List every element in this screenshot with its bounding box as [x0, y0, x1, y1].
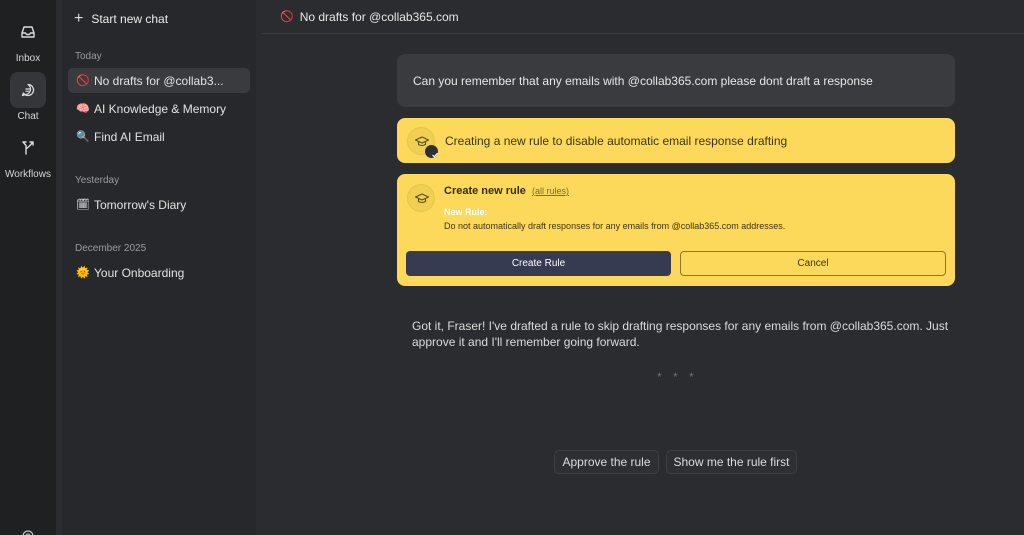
- chat-main: 🚫 No drafts for @collab365.com Can you r…: [262, 0, 1024, 535]
- all-rules-link[interactable]: (all rules): [532, 186, 569, 196]
- create-rule-card: Create new rule (all rules) New Rule: Do…: [397, 174, 955, 286]
- chat-item-ai-knowledge[interactable]: 🧠 AI Knowledge & Memory: [68, 96, 250, 121]
- cancel-button[interactable]: Cancel: [680, 251, 946, 276]
- chat-item-label: Tomorrow's Diary: [94, 197, 187, 212]
- chat-header: 🚫 No drafts for @collab365.com: [262, 0, 1024, 34]
- inbox-icon: [10, 14, 46, 50]
- section-label-today: Today: [75, 51, 102, 62]
- rule-status-card: Creating a new rule to disable automatic…: [397, 118, 955, 163]
- chat-sidebar: + Start new chat Today 🚫 No drafts for @…: [62, 0, 256, 535]
- graduation-cap-icon: [407, 184, 435, 212]
- chat-item-label: Your Onboarding: [94, 265, 185, 280]
- user-message-text: Can you remember that any emails with @c…: [413, 73, 873, 88]
- start-new-chat-button[interactable]: + Start new chat: [74, 10, 168, 28]
- rule-card-title-text: Create new rule: [444, 185, 526, 197]
- assistant-message: Got it, Fraser! I've drafted a rule to s…: [412, 319, 949, 349]
- rule-card-title: Create new rule (all rules): [444, 185, 569, 197]
- no-entry-icon: 🚫: [76, 75, 90, 87]
- brain-icon: 🧠: [76, 103, 90, 115]
- create-rule-button[interactable]: Create Rule: [406, 251, 671, 276]
- suggestion-show-rule[interactable]: Show me the rule first: [666, 450, 797, 474]
- chat-item-your-onboarding[interactable]: 🌞 Your Onboarding: [68, 260, 250, 285]
- chat-item-label: AI Knowledge & Memory: [94, 101, 227, 116]
- section-label-december-2025: December 2025: [75, 243, 147, 254]
- rail-item-workflows[interactable]: Workflows: [0, 130, 56, 180]
- rail-label-workflows: Workflows: [5, 169, 51, 180]
- section-label-yesterday: Yesterday: [75, 175, 120, 186]
- suggestion-approve-rule[interactable]: Approve the rule: [554, 450, 659, 474]
- graduation-cap-icon: [407, 126, 438, 158]
- new-rule-description: Do not automatically draft responses for…: [444, 221, 786, 231]
- rail-label-inbox: Inbox: [15, 53, 41, 64]
- calendar-icon: 🗓: [76, 199, 90, 211]
- plus-icon: +: [74, 10, 84, 27]
- sun-icon: 🌞: [76, 267, 90, 279]
- chat-item-no-drafts[interactable]: 🚫 No drafts for @collab3...: [68, 68, 250, 93]
- settings-icon[interactable]: [20, 528, 36, 535]
- chat-title: No drafts for @collab365.com: [299, 9, 459, 24]
- rule-status-text: Creating a new rule to disable automatic…: [445, 133, 788, 148]
- start-new-chat-label: Start new chat: [91, 12, 169, 26]
- new-rule-label: New Rule:: [444, 207, 488, 217]
- workflows-icon: [10, 130, 46, 166]
- typing-indicator: * * *: [657, 370, 698, 384]
- chat-item-tomorrows-diary[interactable]: 🗓 Tomorrow's Diary: [68, 192, 250, 217]
- rail-item-chat[interactable]: Chat: [0, 72, 56, 122]
- magnifier-icon: 🔍: [76, 131, 90, 143]
- check-icon: [425, 144, 438, 158]
- chat-icon: [10, 72, 46, 108]
- chat-item-label: Find AI Email: [94, 129, 165, 144]
- app-rail: Inbox Chat Workflows: [0, 0, 56, 535]
- rail-item-inbox[interactable]: Inbox: [0, 14, 56, 64]
- chat-item-label: No drafts for @collab3...: [94, 73, 224, 88]
- no-entry-icon: 🚫: [280, 11, 294, 23]
- user-message: Can you remember that any emails with @c…: [397, 54, 955, 107]
- rail-label-chat: Chat: [17, 111, 39, 122]
- chat-item-find-ai-email[interactable]: 🔍 Find AI Email: [68, 124, 250, 149]
